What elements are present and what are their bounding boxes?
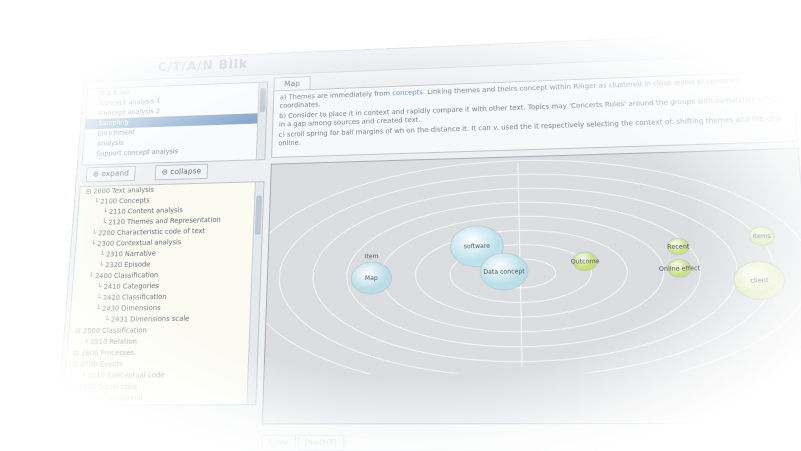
map-ring <box>276 168 782 375</box>
bottom-tab[interactable]: Score <box>260 435 296 451</box>
tree-node-label: 2310 Narrative <box>105 249 157 259</box>
bottom-tabs: ScoreDepth(T)Rc ref of analysis <box>260 429 346 451</box>
concept-bubble-label: Outcome <box>571 259 600 266</box>
description-panel: a) Themes are immediately from concepts.… <box>271 70 799 158</box>
tree-node-label: 2800 Social roles <box>78 382 138 392</box>
list-scrollbar-thumb[interactable] <box>259 87 267 113</box>
tree-node-label: 2000 Text analysis <box>93 186 155 196</box>
desc-line1-pre: a) Themes are immediately from <box>279 89 393 102</box>
concept-bubble-label: Data concept <box>483 269 525 276</box>
tree-node-label: 2700 Events <box>80 360 123 369</box>
tree-node-label: 2120 Themes and Representation <box>107 216 221 227</box>
map-ring <box>264 152 801 374</box>
tree-node-label: 2900 Occupational <box>77 394 143 403</box>
app-window: C/T/A/N Blik C 1 6 lab Concept analysis 1… <box>54 31 801 451</box>
collapse-button-label: collapse <box>170 166 202 177</box>
concept-bubble-label: Map <box>365 276 378 283</box>
tree-node-label: 2400 Classification <box>94 271 159 281</box>
concept-bubble-label: software <box>464 244 491 251</box>
concept-tree[interactable]: ⊟ 2000 Text analysis └ 2100 Concepts └ 211… <box>62 181 265 407</box>
tree-node-label: 2100 Concepts <box>100 196 150 206</box>
tree-node[interactable]: ⊟ 2800 Social roles <box>65 381 257 393</box>
tree-node-label: 2200 Characteristic code of text <box>97 227 206 238</box>
concepts-link[interactable]: concepts <box>392 89 423 98</box>
concept-bubble-label: client <box>750 278 769 285</box>
stage: C/T/A/N Blik C 1 6 lab Concept analysis 1… <box>0 0 801 451</box>
tree-button-row: ⊕ expand ⊖ collapse <box>80 162 265 183</box>
tree-node-label: 2420 Classification <box>102 292 167 302</box>
left-footer-sublabel: Version 2.0 Beta Themes <box>89 430 177 440</box>
tree-node-label: 2300 Contextual analysis <box>97 238 182 248</box>
tree-node-label: 2320 Episode <box>104 260 151 270</box>
concept-map-svg[interactable]: Map Item software Data concept Outcome Recent… <box>264 149 801 375</box>
tree-node-label: 2430 Dimensions <box>101 304 161 313</box>
concept-bubble-label: Online effect <box>659 266 701 273</box>
list-scrollbar[interactable] <box>255 82 268 160</box>
tree-node-label: 2110 Content analysis <box>108 206 184 216</box>
collapse-button[interactable]: ⊖ collapse <box>154 163 209 181</box>
window-title: C/T/A/N Blik <box>157 57 249 75</box>
expand-button-label: expand <box>101 168 130 179</box>
expand-button[interactable]: ⊕ expand <box>85 165 136 183</box>
concept-bubble-tag: Item <box>365 254 379 261</box>
tree-node-label: 2710 Conceptual code <box>87 371 165 380</box>
concept-bubble-label: Recent <box>667 244 690 251</box>
concept-list[interactable]: C 1 6 lab Concept analysis 1 Concept analy… <box>81 81 269 166</box>
tree-node[interactable]: ⊟ 3000 Relations <box>63 404 255 407</box>
bottom-tab[interactable]: Depth(T) <box>297 435 345 451</box>
left-footer-label: ANT BW <box>67 414 103 425</box>
left-pane: C 1 6 lab Concept analysis 1 Concept analy… <box>60 78 269 446</box>
tree-node-label: 2600 Processes <box>80 348 135 358</box>
tree-node-label: 2410 Categories <box>103 282 160 291</box>
concept-bubble-label: items <box>753 234 772 241</box>
tree-node[interactable]: ⊟ 2900 Occupational <box>64 393 256 405</box>
concept-map-canvas[interactable]: Map Item software Data concept Outcome Recent… <box>261 147 801 425</box>
tree-node-label: 2431 Dimensions scale <box>110 314 190 324</box>
tree-node-label: 2510 Relation <box>89 337 138 347</box>
tree-node-label: 2500 Classification <box>82 326 148 336</box>
right-pane: Map a) Themes are immediately from conce… <box>260 57 801 451</box>
